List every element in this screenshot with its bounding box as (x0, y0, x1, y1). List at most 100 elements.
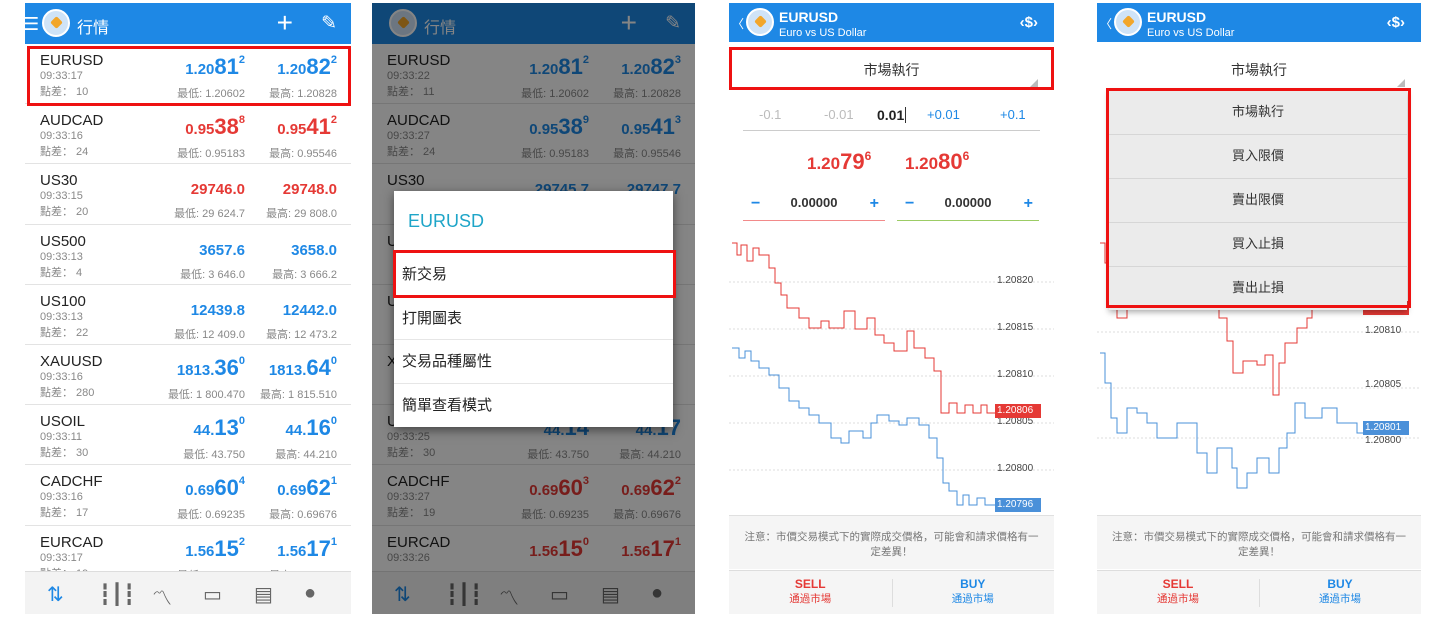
high-price: 最高: 0.69676 (269, 509, 337, 522)
dialog-title: EURUSD (394, 191, 673, 253)
ask-price-big: 16 (306, 415, 331, 441)
buy-label: BUY (1327, 577, 1353, 591)
menu-item-open-chart[interactable]: 打開圖表 (394, 297, 673, 340)
quote-time: 09:33:13 (40, 310, 83, 323)
spread: 點差： 17 (40, 507, 89, 520)
option-buy-limit[interactable]: 買入限價 (1109, 135, 1407, 179)
menu-icon[interactable]: ☰ (25, 14, 39, 35)
option-market-execution[interactable]: 市場執行 (1109, 91, 1407, 135)
quote-row[interactable]: EURUSD 09:33:17 點差： 10 1.20812 1.20822 最低: 1.… (25, 44, 351, 105)
buy-button[interactable]: BUY 通過市場 (1259, 577, 1421, 606)
news-icon[interactable]: ▤ (254, 582, 273, 607)
edit-icon[interactable]: ✎ (321, 12, 337, 35)
option-buy-stop[interactable]: 買入止損 (1109, 223, 1407, 267)
sell-button[interactable]: SELL 通過市場 (1097, 577, 1259, 606)
sl-plus-button[interactable]: + (870, 195, 879, 213)
bid-line (1100, 352, 1363, 489)
ask-price-small: 3658.0 (291, 241, 337, 259)
app-bar: 〈 EURUSD Euro vs US Dollar ‹$› (1097, 3, 1421, 42)
back-icon[interactable]: 〈 (732, 15, 744, 32)
buy-button[interactable]: BUY 通過市場 (892, 577, 1055, 606)
ask-price: 3658.0 (291, 235, 337, 261)
bid-price-small: 1813. (176, 361, 215, 379)
step-plus-001[interactable]: +0.01 (927, 107, 960, 122)
option-sell-stop[interactable]: 賣出止損 (1109, 267, 1407, 311)
bid-price-sup: 6 (864, 149, 872, 163)
tp-value[interactable]: 0.00000 (897, 195, 1039, 210)
symbol-name: US500 (40, 232, 86, 250)
menu-item-symbol-properties[interactable]: 交易品種屬性 (394, 340, 673, 384)
buy-sub: 通過市場 (1319, 593, 1361, 605)
bid-price-small: 29746.0 (190, 181, 245, 199)
step-minus-001[interactable]: -0.01 (824, 107, 854, 122)
order-type-select[interactable]: 市場執行 (1097, 49, 1421, 89)
page-title: 行情 (77, 20, 110, 37)
ask-price-tag: 1.20806 (995, 404, 1041, 418)
take-profit-field[interactable]: − 0.00000 + (897, 193, 1039, 221)
trade-icon[interactable]: ‹$› (1020, 14, 1038, 31)
ask-price-sup: 6 (962, 149, 970, 163)
quote-row[interactable]: USOIL 09:33:11 點差： 30 44.130 44.160 最低: 43.75… (25, 405, 351, 466)
ask-price: 12442.0 (283, 295, 337, 321)
chat-icon[interactable]: ● (304, 582, 316, 605)
app-logo-icon (746, 8, 774, 36)
bid-price-tag: 1.20796 (995, 498, 1041, 512)
bid-price: 1.56152 (185, 536, 245, 562)
bid-price-big: 60 (214, 475, 239, 501)
bid-price-big: 38 (214, 114, 239, 140)
menu-item-new-trade[interactable]: 新交易 (394, 253, 673, 297)
ask-price: 29748.0 (283, 174, 337, 200)
bid-price-big: 81 (214, 54, 239, 79)
sell-button[interactable]: SELL 通過市場 (729, 577, 892, 606)
buy-label: BUY (960, 577, 986, 591)
trade-icon[interactable]: ‹$› (1387, 14, 1405, 31)
sl-value[interactable]: 0.00000 (743, 195, 885, 210)
chart-icon[interactable]: 〽 (152, 582, 172, 611)
ask-price-big: 64 (306, 354, 331, 380)
ask-price-small: 1.56 (277, 542, 307, 560)
symbol-name: XAUUSD (40, 352, 103, 370)
order-type-dropdown: 市場執行 買入限價 賣出限價 買入止損 賣出止損 (1109, 91, 1407, 310)
spread: 點差： 10 (40, 86, 89, 98)
inbox-icon[interactable]: ▭ (203, 582, 222, 607)
volume-input[interactable]: 0.01 (877, 107, 907, 123)
menu-item-simple-view[interactable]: 簡單查看模式 (394, 384, 673, 428)
step-plus-01[interactable]: +0.1 (1000, 107, 1026, 122)
quotes-icon[interactable]: ⇅ (47, 582, 64, 607)
ask-price-sup: 2 (330, 114, 337, 127)
option-sell-limit[interactable]: 賣出限價 (1109, 179, 1407, 223)
ask-price: 1813.640 (269, 355, 337, 381)
market-watch-screen: ☰ 行情 + ✎ EURUSD 09:33:17 點差： 10 1.20812 1.20… (25, 3, 351, 614)
quote-list: EURUSD 09:33:17 點差： 10 1.20812 1.20822 最低: 1.… (25, 44, 351, 586)
bid-price-sup: 0 (238, 354, 245, 367)
bottom-nav: ⇅ ┇┃┇ 〽 ▭ ▤ ● (25, 571, 351, 614)
low-price: 最低: 12 409.0 (174, 328, 245, 341)
symbol-name: USOIL (40, 413, 86, 431)
quote-row[interactable]: US30 09:33:15 點差： 20 29746.0 29748.0 最低: 29 6… (25, 164, 351, 225)
quote-row[interactable]: CADCHF 09:33:16 點差： 17 0.69604 0.69621 最低: 0.… (25, 465, 351, 526)
ask-price-sup: 2 (330, 54, 337, 66)
ask-price-sup: 0 (330, 354, 337, 367)
axis-label: 1.20800 (997, 463, 1034, 474)
bid-price: 29746.0 (191, 174, 245, 200)
order-type-select[interactable]: 市場執行 (729, 49, 1054, 89)
ask-price-big: 82 (306, 54, 331, 79)
high-price: 最高: 1 815.510 (259, 388, 337, 401)
quote-row[interactable]: US100 09:33:13 點差： 22 12439.8 12442.0 最低: 12 … (25, 285, 351, 345)
step-minus-01[interactable]: -0.1 (759, 107, 781, 122)
quote-time: 09:33:17 (40, 70, 83, 82)
symbol-subtitle: Euro vs US Dollar (1147, 27, 1235, 39)
quote-row[interactable]: US500 09:33:13 點差： 4 3657.6 3658.0 最低: 3 646.… (25, 225, 351, 285)
bid-price-small: 12439.8 (190, 301, 245, 319)
quote-row[interactable]: AUDCAD 09:33:16 點差： 24 0.95388 0.95412 最低: 0.… (25, 104, 351, 165)
stop-loss-field[interactable]: − 0.00000 + (743, 193, 885, 221)
back-icon[interactable]: 〈 (1100, 15, 1112, 32)
add-icon[interactable]: + (277, 7, 293, 39)
candles-icon[interactable]: ┇┃┇ (99, 582, 135, 607)
spread: 點差： 22 (40, 326, 89, 339)
high-price: 最高: 44.210 (275, 449, 337, 462)
tp-plus-button[interactable]: + (1024, 195, 1033, 213)
ask-price-big: 80 (938, 149, 963, 174)
quote-row[interactable]: XAUUSD 09:33:16 點差： 280 1813.360 1813.640 最低:… (25, 345, 351, 406)
bid-price-small: 1.56 (185, 542, 215, 560)
